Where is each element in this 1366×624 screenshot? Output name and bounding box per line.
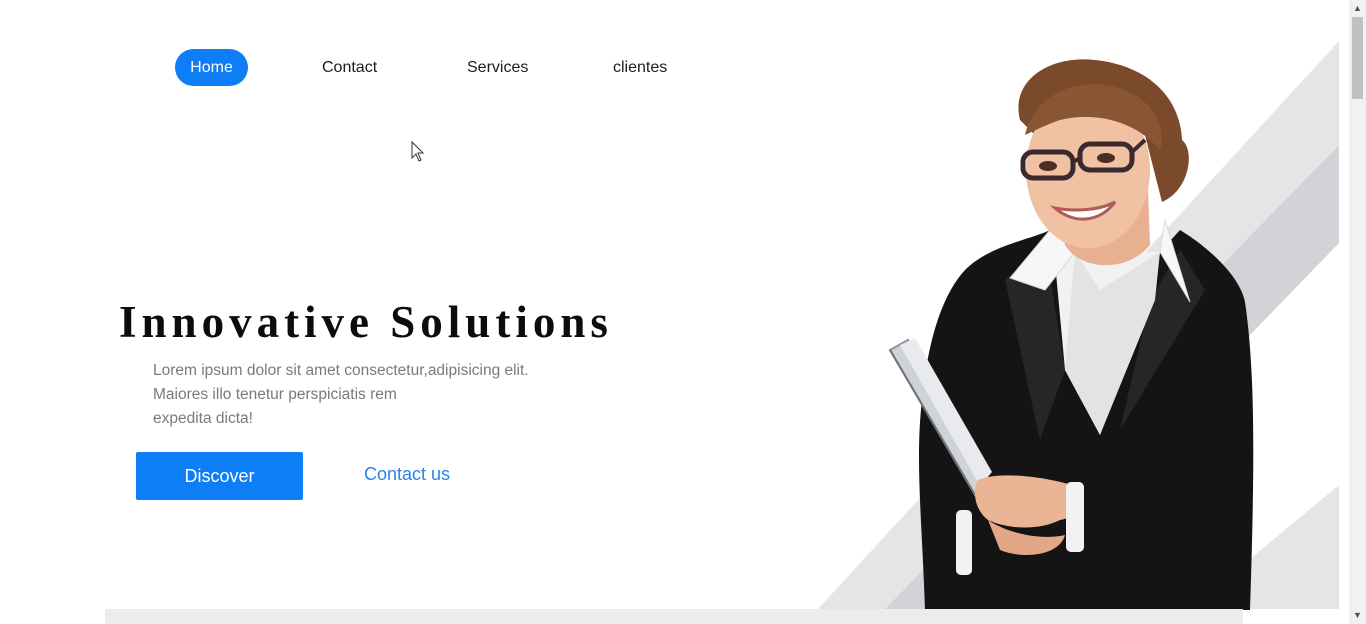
nav-clientes[interactable]: clientes — [613, 49, 667, 86]
next-section-band — [105, 609, 1243, 624]
vertical-scrollbar[interactable]: ▲ ▼ — [1349, 0, 1366, 624]
scroll-up-arrow-icon[interactable]: ▲ — [1349, 0, 1366, 17]
scroll-thumb[interactable] — [1352, 17, 1363, 99]
eye-left — [1039, 161, 1057, 171]
hero-description: Lorem ipsum dolor sit amet consectetur,a… — [153, 359, 573, 431]
hero-title: Innovative Solutions — [119, 297, 613, 347]
shirt-cuff — [956, 510, 972, 575]
businesswoman-photo — [888, 59, 1254, 610]
mouse-cursor-icon — [411, 141, 425, 162]
shirt-cuff — [1066, 482, 1084, 552]
scroll-down-arrow-icon[interactable]: ▼ — [1349, 607, 1366, 624]
contact-us-link[interactable]: Contact us — [364, 464, 450, 485]
discover-button[interactable]: Discover — [136, 452, 303, 500]
hero-description-line: expedita dicta! — [153, 410, 253, 427]
nav-services[interactable]: Services — [467, 49, 528, 86]
nav-home[interactable]: Home — [175, 49, 248, 86]
hero-description-line: Lorem ipsum dolor sit amet consectetur,a… — [153, 362, 529, 379]
hero-description-line: Maiores illo tenetur perspiciatis rem — [153, 386, 397, 403]
landing-page: Home Contact Services clientes Innovativ… — [0, 0, 1366, 624]
nav-contact[interactable]: Contact — [322, 49, 377, 86]
eye-right — [1097, 153, 1115, 163]
